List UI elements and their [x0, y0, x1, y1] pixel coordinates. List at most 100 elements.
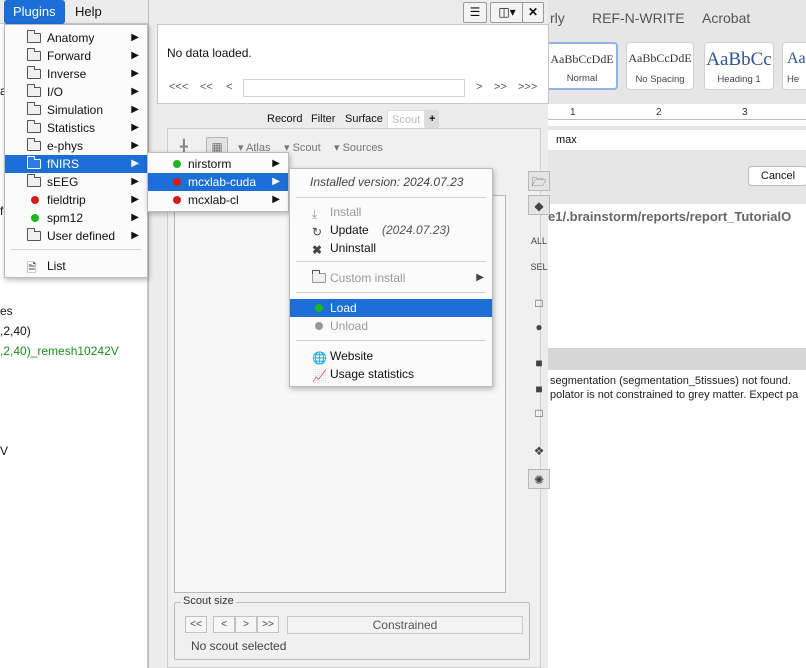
style-heading-2[interactable]: Aa He	[782, 42, 806, 90]
constrained-toggle[interactable]: Constrained	[287, 616, 523, 634]
menu-item-mcxlab-cl[interactable]: mcxlab-cl ▶	[148, 191, 288, 209]
menu-item-custom-install[interactable]: Custom install ▶	[290, 269, 492, 287]
folder-icon	[27, 48, 41, 61]
square-icon[interactable]: □	[528, 293, 550, 313]
menu-item-inverse[interactable]: Inverse ▶	[5, 65, 147, 83]
folder-icon	[27, 138, 41, 151]
add-tab-button[interactable]: +	[425, 110, 440, 128]
select-all-button[interactable]: ALL	[528, 231, 550, 251]
menu-item-nirstorm[interactable]: nirstorm ▶	[148, 155, 288, 173]
menu-item-io[interactable]: I/O ▶	[5, 83, 147, 101]
folder-icon[interactable]: 🗁	[528, 171, 550, 191]
scout-shrink-button[interactable]: <	[213, 616, 235, 633]
nav-first-button[interactable]: <<<	[169, 81, 188, 93]
menu-item-seeg[interactable]: sEEG ▶	[5, 173, 147, 191]
diamond-icon[interactable]: ◆	[528, 195, 550, 215]
tab-surface[interactable]: Surface	[341, 110, 387, 128]
menu-item-statistics[interactable]: Statistics ▶	[5, 119, 147, 137]
sources-dropdown[interactable]: ▾ Sources	[334, 141, 383, 154]
tab-scout[interactable]: Scout	[387, 110, 426, 128]
scout-size-group: Scout size << < > >> Constrained No scou…	[174, 595, 530, 660]
menu-item-mcxlab-cuda[interactable]: mcxlab-cuda ▶	[148, 173, 288, 191]
word-tab[interactable]: rly	[550, 10, 565, 26]
word-tab[interactable]: Acrobat	[702, 10, 750, 26]
scout-grow-more-button[interactable]: >>	[257, 616, 279, 633]
time-field[interactable]	[243, 79, 465, 97]
select-sel-button[interactable]: SEL	[528, 257, 550, 277]
cancel-button[interactable]: Cancel	[748, 166, 806, 186]
nav-next2-button[interactable]: >>	[494, 81, 507, 93]
nav-prev-button[interactable]: <	[226, 81, 232, 93]
report-path: e1/.brainstorm/reports/report_TutorialO	[548, 204, 806, 230]
menu-item-fieldtrip[interactable]: fieldtrip ▶	[5, 191, 147, 209]
ruler-mark: 3	[742, 107, 748, 118]
close-icon[interactable]: ✕	[522, 2, 544, 23]
window-layout-dropdown-icon[interactable]: ◫▾	[490, 2, 524, 23]
menu-item-e-phys[interactable]: e-phys ▶	[5, 137, 147, 155]
tree-fragment[interactable]: V	[0, 444, 8, 458]
background-word-window: rly REF-N-WRITE Acrobat AaBbCcDdE Normal…	[546, 0, 806, 668]
menu-item-unload[interactable]: Unload	[290, 317, 492, 335]
menu-item-install[interactable]: ⤓ Install	[290, 203, 492, 221]
tree-fragment[interactable]: ,2,40)	[0, 324, 31, 338]
folder-icon	[27, 174, 41, 187]
filled-square-icon[interactable]: ■	[528, 379, 550, 399]
scout-dropdown[interactable]: ▾ Scout	[284, 141, 321, 154]
sources-label: Sources	[342, 142, 383, 154]
style-no-spacing[interactable]: AaBbCcDdE No Spacing	[626, 42, 694, 90]
style-name: Normal	[566, 73, 598, 84]
style-preview: AaBbCc	[706, 49, 772, 70]
nav-next-button[interactable]: >	[476, 81, 482, 93]
submenu-arrow-icon: ▶	[272, 158, 280, 169]
menu-item-usage-statistics[interactable]: 📈 Usage statistics	[290, 365, 492, 383]
menu-item-forward[interactable]: Forward ▶	[5, 47, 147, 65]
filled-square-icon[interactable]: ■	[528, 353, 550, 373]
folder-icon	[27, 228, 41, 241]
merge-icon[interactable]: ❖	[528, 441, 550, 461]
menu-item-spm12[interactable]: spm12 ▶	[5, 209, 147, 227]
menu-item-fnirs[interactable]: fNIRS ▶	[5, 155, 147, 173]
brain-icon[interactable]: ✺	[528, 469, 550, 489]
menu-help[interactable]: Help	[66, 0, 111, 24]
menu-item-simulation[interactable]: Simulation ▶	[5, 101, 147, 119]
menu-item-label: fieldtrip	[47, 193, 86, 207]
scout-grow-button[interactable]: >	[235, 616, 257, 633]
scout-point-icon[interactable]: ●	[528, 317, 550, 337]
no-data-label: No data loaded.	[167, 46, 252, 60]
scout-shrink-more-button[interactable]: <<	[185, 616, 207, 633]
max-label: max	[556, 134, 577, 146]
scout-selection-status: No scout selected	[191, 639, 287, 653]
menu-item-list[interactable]: 🗎 List	[5, 257, 147, 275]
layout-icon[interactable]: ☰	[463, 2, 487, 23]
list-icon: 🗎	[27, 261, 37, 275]
folder-icon	[27, 84, 41, 97]
nav-prev2-button[interactable]: <<	[200, 81, 213, 93]
folder-icon	[27, 66, 41, 79]
word-tab[interactable]: REF-N-WRITE	[592, 10, 685, 26]
menu-item-load[interactable]: Load	[290, 299, 492, 317]
menu-item-website[interactable]: 🌐 Website	[290, 347, 492, 365]
style-heading-1[interactable]: AaBbCc Heading 1	[704, 42, 774, 90]
square-icon[interactable]: □	[528, 403, 550, 423]
tree-fragment[interactable]: es	[0, 304, 13, 318]
menu-item-uninstall[interactable]: ✖ Uninstall	[290, 239, 492, 257]
menu-item-anatomy[interactable]: Anatomy ▶	[5, 29, 147, 47]
menu-item-update[interactable]: ↻ Update (2024.07.23)	[290, 221, 492, 239]
document-area	[548, 230, 806, 348]
submenu-arrow-icon: ▶	[131, 158, 139, 169]
tab-record[interactable]: Record	[263, 110, 306, 128]
tab-filter[interactable]: Filter	[307, 110, 339, 128]
style-normal[interactable]: AaBbCcDdE Normal	[546, 42, 618, 90]
submenu-arrow-icon: ▶	[131, 32, 139, 43]
max-row: max	[548, 130, 806, 150]
menu-separator	[296, 197, 486, 198]
tree-fragment-surface[interactable]: ,2,40)_remesh10242V	[0, 344, 119, 358]
menu-item-label: Inverse	[47, 67, 87, 81]
menu-plugins[interactable]: Plugins	[4, 0, 65, 24]
folder-icon	[27, 120, 41, 133]
submenu-arrow-icon: ▶	[131, 140, 139, 151]
nav-last-button[interactable]: >>>	[518, 81, 537, 93]
menu-item-user-defined[interactable]: User defined ▶	[5, 227, 147, 245]
menu-item-label: Install	[330, 205, 362, 219]
status-red-icon	[173, 178, 181, 186]
